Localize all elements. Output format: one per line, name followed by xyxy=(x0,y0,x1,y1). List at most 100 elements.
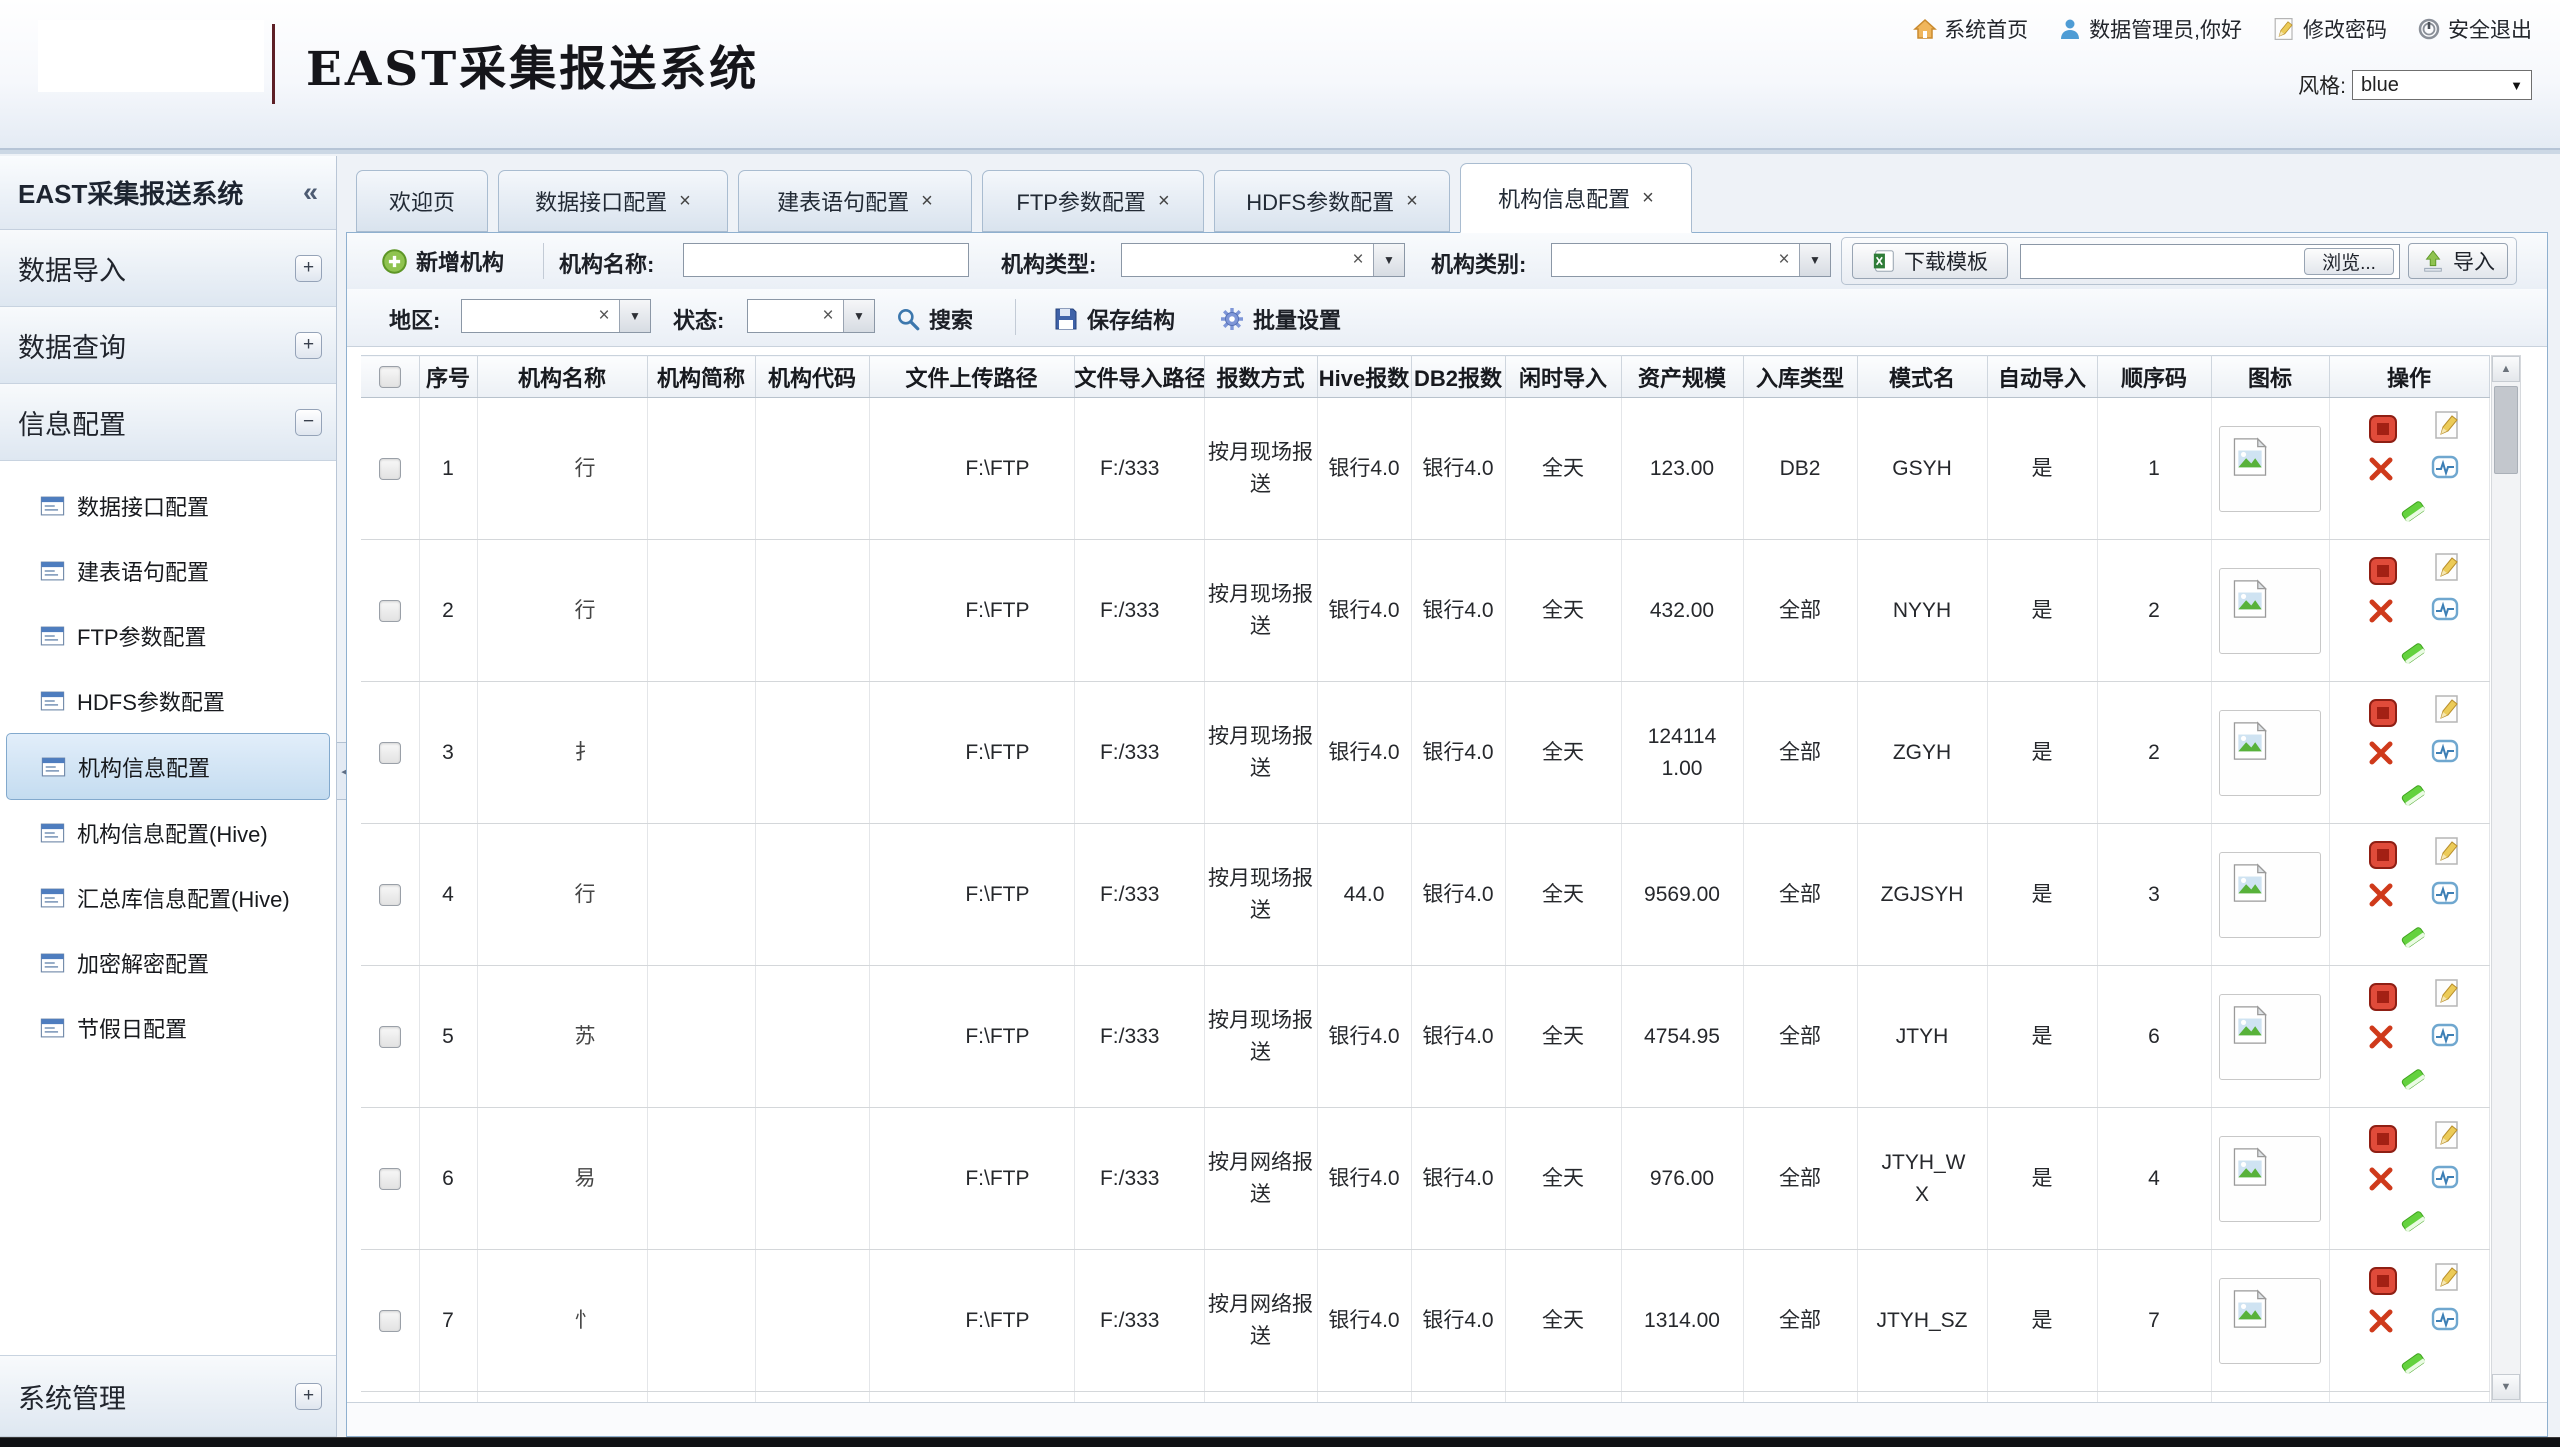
nav-change-password[interactable]: 修改密码 xyxy=(2272,14,2387,44)
scrollbar-thumb[interactable] xyxy=(2494,386,2518,474)
style-select[interactable]: blue ▼ xyxy=(2352,70,2532,100)
stop-icon[interactable] xyxy=(2368,982,2398,1012)
nav-logout[interactable]: 安全退出 xyxy=(2417,14,2532,44)
monitor-icon[interactable] xyxy=(2430,1020,2460,1050)
expand-icon[interactable]: + xyxy=(295,1383,322,1410)
row-checkbox[interactable] xyxy=(379,1026,401,1048)
delete-icon[interactable] xyxy=(2366,454,2396,484)
sidebar-item-HDFS参数配置[interactable]: HDFS参数配置 xyxy=(0,668,336,733)
eraser-icon[interactable] xyxy=(2398,496,2428,526)
tab-close-icon[interactable]: × xyxy=(1406,190,1418,213)
expand-icon[interactable]: + xyxy=(295,332,322,359)
batch-settings-button[interactable]: 批量设置 xyxy=(1219,303,1341,335)
edit-icon[interactable] xyxy=(2432,694,2462,724)
clear-icon[interactable]: × xyxy=(813,300,843,332)
sidebar-section-info-config[interactable]: 信息配置 − xyxy=(0,384,336,461)
expand-icon[interactable]: + xyxy=(295,255,322,282)
sidebar-section-data-import[interactable]: 数据导入 + xyxy=(0,230,336,307)
delete-icon[interactable] xyxy=(2366,1306,2396,1336)
tab-ftp-config[interactable]: FTP参数配置× xyxy=(982,170,1204,232)
row-checkbox[interactable] xyxy=(379,1310,401,1332)
monitor-icon[interactable] xyxy=(2430,736,2460,766)
delete-icon[interactable] xyxy=(2366,1022,2396,1052)
tab-close-icon[interactable]: × xyxy=(1642,187,1654,210)
delete-icon[interactable] xyxy=(2366,1164,2396,1194)
stop-icon[interactable] xyxy=(2368,1124,2398,1154)
chevron-down-icon[interactable]: ▼ xyxy=(1373,244,1404,276)
add-org-button[interactable]: 新增机构 xyxy=(381,245,504,277)
chevron-down-icon[interactable]: ▼ xyxy=(1799,244,1830,276)
search-button[interactable]: 搜索 xyxy=(895,303,973,335)
stop-icon[interactable] xyxy=(2368,1266,2398,1296)
status-combo[interactable]: × ▼ xyxy=(747,299,875,333)
sidebar-section-data-query[interactable]: 数据查询 + xyxy=(0,307,336,384)
monitor-icon[interactable] xyxy=(2430,594,2460,624)
tab-close-icon[interactable]: × xyxy=(921,190,933,213)
nav-user[interactable]: 数据管理员,你好 xyxy=(2058,14,2242,44)
sidebar-section-system-admin[interactable]: 系统管理 + xyxy=(0,1355,336,1437)
sidebar-item-机构信息配置(Hive)[interactable]: 机构信息配置(Hive) xyxy=(0,800,336,865)
browse-button[interactable]: 浏览... xyxy=(2304,248,2394,275)
eraser-icon[interactable] xyxy=(2398,922,2428,952)
sidebar-collapse-icon[interactable]: « xyxy=(303,177,318,208)
stop-icon[interactable] xyxy=(2368,556,2398,586)
delete-icon[interactable] xyxy=(2366,738,2396,768)
eraser-icon[interactable] xyxy=(2398,780,2428,810)
tab-org-info-config[interactable]: 机构信息配置× xyxy=(1460,163,1692,233)
clear-icon[interactable]: × xyxy=(1769,244,1799,276)
sidebar-item-建表语句配置[interactable]: 建表语句配置 xyxy=(0,538,336,603)
eraser-icon[interactable] xyxy=(2398,1206,2428,1236)
eraser-icon[interactable] xyxy=(2398,638,2428,668)
monitor-icon[interactable] xyxy=(2430,1304,2460,1334)
edit-icon[interactable] xyxy=(2432,1262,2462,1292)
edit-icon[interactable] xyxy=(2432,978,2462,1008)
save-structure-button[interactable]: 保存结构 xyxy=(1053,303,1175,335)
nav-home[interactable]: 系统首页 xyxy=(1913,14,2028,44)
clear-icon[interactable]: × xyxy=(589,300,619,332)
vertical-scrollbar[interactable]: ▲ ▼ xyxy=(2491,355,2521,1403)
monitor-icon[interactable] xyxy=(2430,878,2460,908)
region-combo[interactable]: × ▼ xyxy=(461,299,651,333)
sidebar-item-加密解密配置[interactable]: 加密解密配置 xyxy=(0,930,336,995)
monitor-icon[interactable] xyxy=(2430,1162,2460,1192)
org-type-combo[interactable]: × ▼ xyxy=(1121,243,1405,277)
row-checkbox[interactable] xyxy=(379,884,401,906)
row-checkbox[interactable] xyxy=(379,600,401,622)
monitor-icon[interactable] xyxy=(2430,452,2460,482)
row-checkbox[interactable] xyxy=(379,1168,401,1190)
delete-icon[interactable] xyxy=(2366,596,2396,626)
stop-icon[interactable] xyxy=(2368,414,2398,444)
stop-icon[interactable] xyxy=(2368,698,2398,728)
edit-icon[interactable] xyxy=(2432,836,2462,866)
download-template-button[interactable]: 下载模板 xyxy=(1852,243,2008,279)
clear-icon[interactable]: × xyxy=(1343,244,1373,276)
edit-icon[interactable] xyxy=(2432,1120,2462,1150)
sidebar-item-节假日配置[interactable]: 节假日配置 xyxy=(0,995,336,1060)
org-name-input[interactable] xyxy=(683,243,969,277)
edit-icon[interactable] xyxy=(2432,410,2462,440)
sidebar-item-汇总库信息配置(Hive)[interactable]: 汇总库信息配置(Hive) xyxy=(0,865,336,930)
tab-create-table-config[interactable]: 建表语句配置× xyxy=(738,170,972,232)
sidebar-item-数据接口配置[interactable]: 数据接口配置 xyxy=(0,473,336,538)
stop-icon[interactable] xyxy=(2368,840,2398,870)
collapse-section-icon[interactable]: − xyxy=(295,409,322,436)
tab-welcome[interactable]: 欢迎页 xyxy=(356,170,488,232)
delete-icon[interactable] xyxy=(2366,880,2396,910)
org-category-combo[interactable]: × ▼ xyxy=(1551,243,1831,277)
sidebar-item-机构信息配置[interactable]: 机构信息配置 xyxy=(6,733,330,800)
edit-icon[interactable] xyxy=(2432,552,2462,582)
tab-hdfs-config[interactable]: HDFS参数配置× xyxy=(1214,170,1450,232)
scroll-down-icon[interactable]: ▼ xyxy=(2492,1374,2520,1400)
chevron-down-icon[interactable]: ▼ xyxy=(619,300,650,332)
sidebar-item-FTP参数配置[interactable]: FTP参数配置 xyxy=(0,603,336,668)
import-button[interactable]: 导入 xyxy=(2408,243,2508,279)
tab-data-interface-config[interactable]: 数据接口配置× xyxy=(498,170,728,232)
select-all-checkbox[interactable] xyxy=(379,366,401,388)
eraser-icon[interactable] xyxy=(2398,1064,2428,1094)
eraser-icon[interactable] xyxy=(2398,1348,2428,1378)
scroll-up-icon[interactable]: ▲ xyxy=(2492,356,2520,382)
tab-close-icon[interactable]: × xyxy=(1158,190,1170,213)
row-checkbox[interactable] xyxy=(379,458,401,480)
chevron-down-icon[interactable]: ▼ xyxy=(843,300,874,332)
row-checkbox[interactable] xyxy=(379,742,401,764)
